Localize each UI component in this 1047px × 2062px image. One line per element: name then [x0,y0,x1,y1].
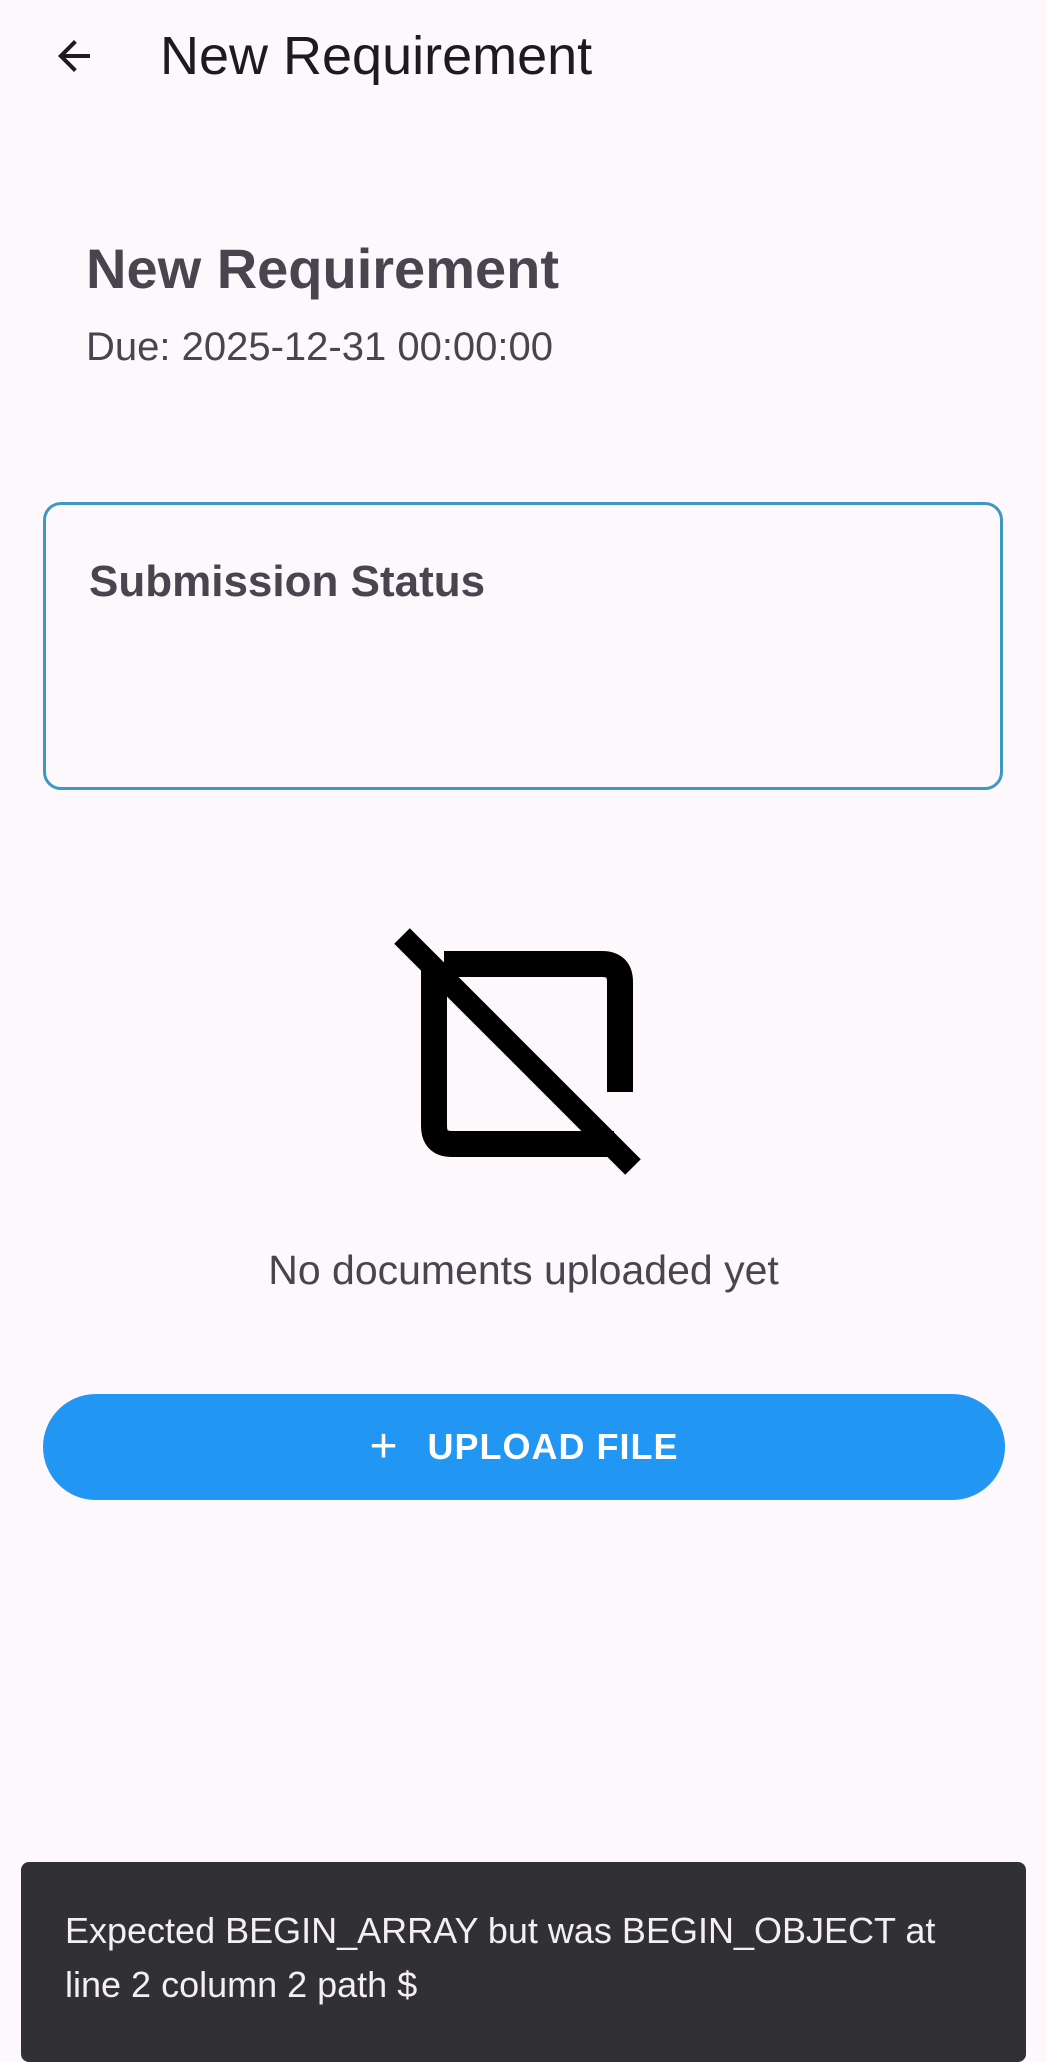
requirement-due-date: Due: 2025-12-31 00:00:00 [86,325,554,369]
snackbar-message: Expected BEGIN_ARRAY but was BEGIN_OBJEC… [65,1910,936,2005]
top-app-bar: New Requirement [0,0,1047,120]
app-bar-title: New Requirement [160,26,593,86]
empty-state-message: No documents uploaded yet [268,1247,779,1293]
upload-file-label: UPLOAD FILE [427,1426,679,1467]
plus-icon: + [369,1420,398,1473]
back-button[interactable] [36,18,112,94]
submission-status-title: Submission Status [89,557,486,606]
submission-status-card: Submission Status [43,502,1003,790]
error-snackbar: Expected BEGIN_ARRAY but was BEGIN_OBJEC… [21,1862,1026,2062]
arrow-back-icon [58,40,90,72]
requirement-title: New Requirement [86,237,559,300]
upload-file-button[interactable]: + UPLOAD FILE [43,1394,1005,1500]
no-document-icon [394,928,641,1175]
